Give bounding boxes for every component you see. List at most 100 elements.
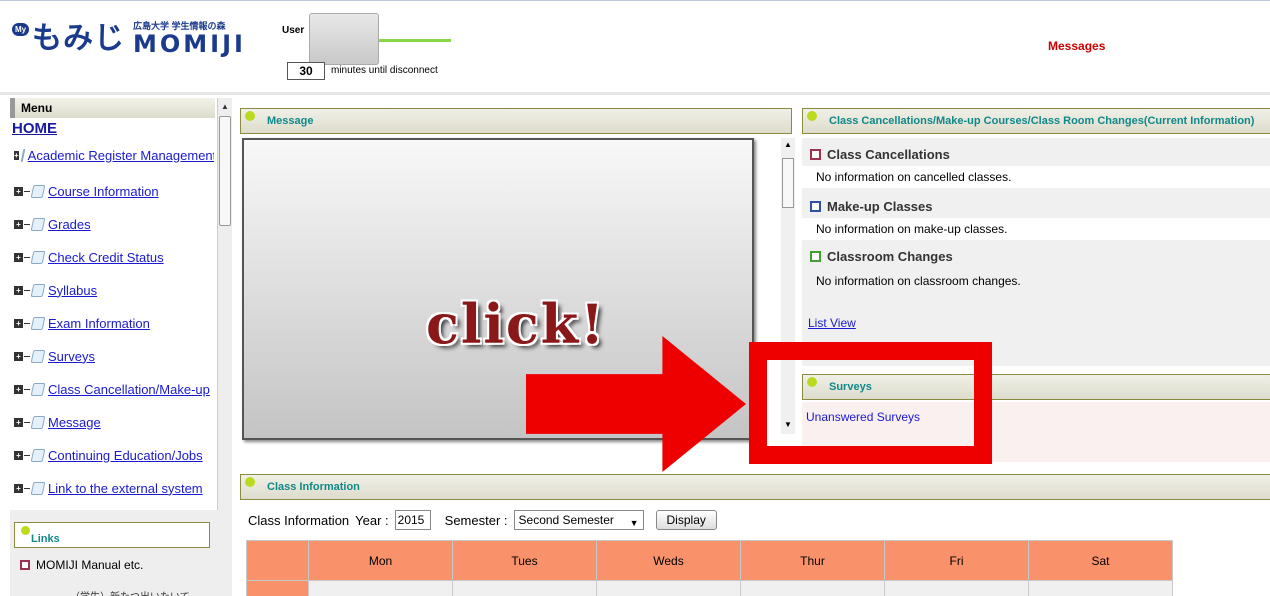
square-bullet-icon	[810, 250, 821, 262]
sidebar-item-surveys[interactable]: + Surveys	[14, 345, 214, 367]
leaf-bead-icon	[245, 111, 255, 121]
message-scroll-thumb[interactable]	[782, 158, 794, 208]
sidebar-item-label[interactable]: Academic Register Management	[28, 148, 214, 163]
cancellations-info: No information on cancelled classes.	[802, 166, 1270, 188]
sidebar-item-label[interactable]: Check Credit Status	[48, 250, 164, 265]
class-info-label: Class Information	[248, 512, 350, 528]
folder-icon	[30, 283, 46, 297]
expand-plus-icon[interactable]: +	[14, 219, 23, 229]
folder-icon	[30, 184, 46, 198]
red-highlight-box	[749, 342, 992, 464]
dropdown-arrow-icon: ▼	[629, 518, 639, 528]
classroom-changes-info: No information on classroom changes.	[802, 270, 1270, 292]
header-divider	[0, 92, 1270, 95]
user-info-box	[309, 13, 379, 65]
tree-line-icon	[24, 388, 30, 390]
sidebar-item-course-information[interactable]: + Course Information	[14, 180, 214, 202]
sidebar-item-label[interactable]: Surveys	[48, 349, 95, 364]
menu-header: Menu	[10, 98, 215, 118]
sidebar-item-continuing-education[interactable]: + Continuing Education/Jobs	[14, 444, 214, 466]
expand-plus-icon[interactable]: +	[14, 186, 23, 196]
expand-plus-icon[interactable]: +	[14, 318, 23, 328]
expand-plus-icon[interactable]: +	[14, 483, 23, 493]
sidebar-item-label[interactable]: Course Information	[48, 184, 159, 199]
folder-icon	[30, 382, 46, 396]
semester-select[interactable]: Second Semester ▼	[513, 510, 644, 530]
sidebar-item-grades[interactable]: + Grades	[14, 213, 214, 235]
scroll-up-arrow-icon[interactable]: ▲	[221, 102, 229, 111]
tree-line-icon	[24, 487, 30, 489]
period-cell	[246, 580, 309, 596]
tree-line-icon	[24, 322, 30, 324]
day-header-fri: Fri	[884, 540, 1029, 581]
header: My もみじ 広島大学 学生情報の森 MOMIJI User 30 minute…	[0, 0, 1270, 92]
table-row	[246, 580, 1173, 596]
folder-icon	[20, 148, 26, 162]
expand-plus-icon[interactable]: +	[14, 285, 23, 295]
class-info-panel-title: Class Information	[267, 481, 360, 493]
manual-label[interactable]: MOMIJI Manual etc.	[36, 558, 143, 572]
sidebar-item-class-cancellation[interactable]: + Class Cancellation/Make-up	[14, 378, 214, 400]
sidebar-item-label[interactable]: Exam Information	[48, 316, 150, 331]
display-button[interactable]: Display	[655, 510, 717, 530]
sidebar-scroll-thumb[interactable]	[219, 116, 231, 226]
square-bullet-icon	[810, 148, 821, 160]
leaf-bead-icon	[807, 111, 817, 121]
sidebar-scrollbar[interactable]: ▲	[217, 98, 232, 510]
sidebar-item-label[interactable]: Link to the external system	[48, 481, 203, 496]
day-header-sat: Sat	[1028, 540, 1173, 581]
logo-right-group: 広島大学 学生情報の森 MOMIJI	[133, 21, 246, 56]
sidebar-item-label[interactable]: Message	[48, 415, 101, 430]
classroom-changes-title: Classroom Changes	[827, 248, 953, 264]
home-link[interactable]: HOME	[12, 120, 57, 137]
sidebar-item-label[interactable]: Class Cancellation/Make-up	[48, 382, 210, 397]
make-up-classes-title: Make-up Classes	[827, 198, 933, 214]
page-root: My もみじ 広島大学 学生情報の森 MOMIJI User 30 minute…	[0, 0, 1270, 596]
scroll-up-arrow-icon[interactable]: ▲	[784, 140, 792, 149]
expand-plus-icon[interactable]: +	[14, 384, 23, 394]
expand-plus-icon[interactable]: +	[14, 252, 23, 262]
sidebar-item-exam-information[interactable]: + Exam Information	[14, 312, 214, 334]
message-panel-header: Message	[240, 108, 792, 134]
expand-plus-icon[interactable]: +	[14, 450, 23, 460]
sidebar-item-external-system[interactable]: + Link to the external system	[14, 477, 214, 499]
messages-link[interactable]: Messages	[1048, 39, 1105, 53]
timetable-cell	[596, 580, 741, 596]
expand-plus-icon[interactable]: +	[14, 150, 19, 160]
tree-line-icon	[24, 190, 30, 192]
timetable-cell	[452, 580, 597, 596]
class-info-filter-row: Class Information Year : 2015 Semester :…	[248, 510, 717, 530]
day-header-tues: Tues	[452, 540, 597, 581]
tree-line-icon	[24, 454, 30, 456]
momiji-logo[interactable]: My もみじ 広島大学 学生情報の森 MOMIJI	[8, 21, 246, 56]
disconnect-timer-value: 30	[287, 62, 325, 80]
sidebar-item-label[interactable]: Grades	[48, 217, 91, 232]
year-input[interactable]: 2015	[394, 510, 431, 530]
folder-icon	[30, 481, 46, 495]
sidebar-item-syllabus[interactable]: + Syllabus	[14, 279, 214, 301]
make-up-classes-heading: Make-up Classes	[810, 194, 1270, 218]
class-cancellations-title: Class Cancellations	[827, 146, 950, 162]
class-info-panel-header: Class Information	[240, 474, 1270, 500]
folder-icon	[30, 415, 46, 429]
sidebar-item-check-credit-status[interactable]: + Check Credit Status	[14, 246, 214, 268]
tree-line-icon	[24, 223, 30, 225]
folder-icon	[30, 349, 46, 363]
sidebar-item-label[interactable]: Syllabus	[48, 283, 97, 298]
leaf-bead-icon	[21, 526, 30, 535]
tree-line-icon	[24, 256, 30, 258]
cancellations-panel-title: Class Cancellations/Make-up Courses/Clas…	[829, 115, 1255, 127]
logo-japanese-text: もみじ	[32, 21, 125, 56]
sidebar-item-message[interactable]: + Message	[14, 411, 214, 433]
disconnect-timer-label: minutes until disconnect	[331, 65, 438, 76]
sidebar-item-academic-register[interactable]: + Academic Register Management	[14, 144, 214, 166]
expand-plus-icon[interactable]: +	[14, 351, 23, 361]
cancellations-panel-header: Class Cancellations/Make-up Courses/Clas…	[802, 108, 1270, 134]
sidebar-item-label[interactable]: Continuing Education/Jobs	[48, 448, 203, 463]
expand-plus-icon[interactable]: +	[14, 417, 23, 427]
list-view-link[interactable]: List View	[808, 316, 856, 330]
folder-icon	[30, 217, 46, 231]
cut-off-link-text[interactable]: （学生）新たつ出いたいて	[70, 588, 190, 596]
timetable-corner-cell	[246, 540, 309, 581]
manual-link[interactable]: MOMIJI Manual etc.	[20, 558, 143, 572]
